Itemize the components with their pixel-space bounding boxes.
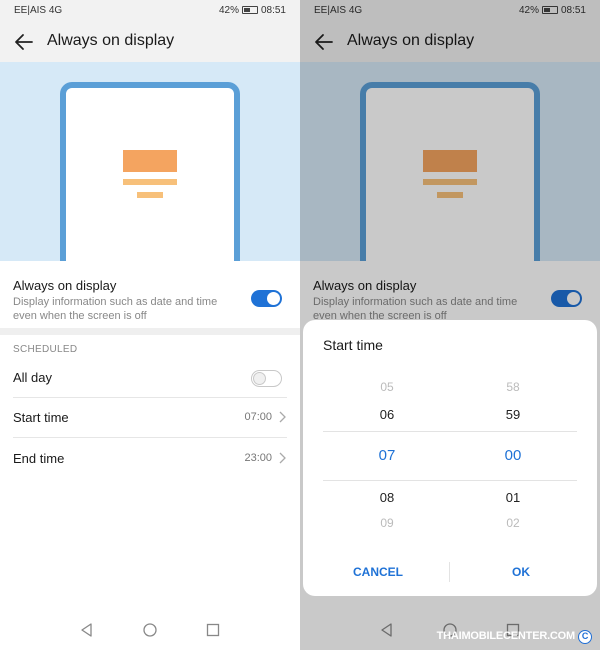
toggle-knob (267, 292, 280, 305)
start-time-row[interactable]: Start time 07:00 (0, 398, 300, 438)
all-day-label: All day (13, 370, 53, 385)
start-time-label: Start time (13, 410, 69, 425)
dialog-title: Start time (323, 337, 383, 353)
ok-button[interactable]: OK (461, 565, 581, 579)
aod-setting-row[interactable]: Always on display Display information su… (13, 278, 243, 323)
hour-option[interactable]: 05 (357, 380, 417, 394)
signal-label: 4G (48, 5, 63, 16)
aod-setting-description: Display information such as date and tim… (13, 296, 218, 322)
all-day-row[interactable]: All day (0, 358, 300, 398)
button-divider (449, 562, 450, 582)
system-nav-bar (0, 612, 300, 650)
start-time-dialog: Start time 05 06 07 08 09 58 59 00 01 02… (303, 320, 597, 596)
section-divider (0, 328, 300, 335)
chevron-right-icon (279, 411, 286, 423)
end-time-row[interactable]: End time 23:00 (0, 439, 300, 479)
nav-recents-icon[interactable] (203, 620, 223, 640)
hour-option[interactable]: 09 (357, 516, 417, 530)
back-arrow-icon[interactable] (12, 30, 36, 54)
minute-selected[interactable]: 00 (483, 447, 543, 464)
aod-toggle[interactable] (251, 290, 282, 307)
minute-option[interactable]: 02 (483, 516, 543, 530)
chevron-right-icon (279, 452, 286, 464)
watermark: THAIMOBILECENTER.COM C (437, 630, 592, 644)
app-bar: Always on display (0, 22, 300, 62)
hour-option[interactable]: 06 (357, 407, 417, 422)
toggle-knob (253, 372, 266, 385)
battery-percent: 42% (218, 5, 239, 16)
settings-screen: EE|AIS 4G 42% 08:51 Always on display Alw… (0, 0, 300, 650)
aod-setting-title: Always on display (13, 278, 117, 293)
all-day-toggle[interactable] (251, 370, 282, 387)
start-time-value: 07:00 (244, 411, 272, 423)
end-time-value: 23:00 (244, 452, 272, 464)
nav-home-icon[interactable] (140, 620, 160, 640)
aod-preview-illustration (0, 62, 300, 261)
nav-back-icon[interactable] (77, 620, 97, 640)
aod-block-medium (123, 179, 177, 185)
picker-selection-line-bottom (323, 480, 577, 481)
hour-option[interactable]: 08 (357, 490, 417, 505)
copyright-icon: C (578, 630, 592, 644)
page-title: Always on display (47, 32, 175, 49)
minute-option[interactable]: 59 (483, 407, 543, 422)
section-header-scheduled: SCHEDULED (13, 344, 78, 355)
battery-icon (241, 6, 258, 14)
watermark-text: THAIMOBILECENTER.COM (436, 630, 576, 642)
end-time-label: End time (13, 451, 65, 466)
cancel-button[interactable]: CANCEL (318, 565, 438, 579)
minute-option[interactable]: 58 (483, 380, 543, 394)
aod-block-small (137, 192, 163, 198)
picker-selection-line-top (323, 431, 577, 432)
phone-illustration (60, 82, 240, 261)
minute-option[interactable]: 01 (483, 490, 543, 505)
carrier-label: EE|AIS (14, 5, 47, 16)
status-time: 08:51 (260, 5, 286, 16)
aod-block-large (123, 150, 177, 172)
status-bar: EE|AIS 4G 42% 08:51 (0, 0, 300, 22)
hour-selected[interactable]: 07 (357, 447, 417, 464)
